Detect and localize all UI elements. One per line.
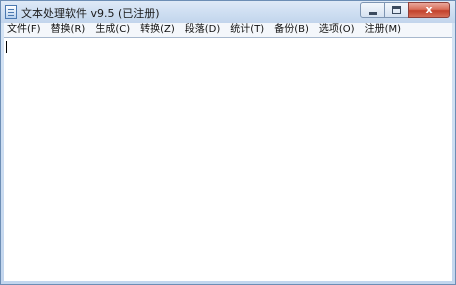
- minimize-button[interactable]: [360, 2, 385, 18]
- close-icon: x: [425, 3, 433, 16]
- text-caret: [6, 41, 7, 53]
- menu-register[interactable]: 注册(M): [360, 23, 406, 37]
- close-button[interactable]: x: [408, 2, 450, 18]
- menu-replace[interactable]: 替换(R): [46, 23, 91, 37]
- window-title: 文本处理软件 v9.5 (已注册): [21, 7, 160, 20]
- menu-generate[interactable]: 生成(C): [90, 23, 135, 37]
- minimize-icon: [369, 12, 377, 15]
- menu-file[interactable]: 文件(F): [4, 23, 46, 37]
- document-icon[interactable]: [5, 5, 17, 19]
- maximize-icon: [392, 6, 401, 14]
- menu-convert[interactable]: 转换(Z): [135, 23, 180, 37]
- caption-buttons: x: [360, 2, 450, 19]
- menu-bar: 文件(F) 替换(R) 生成(C) 转换(Z) 段落(D) 统计(T) 备份(B…: [4, 23, 452, 37]
- maximize-button[interactable]: [384, 2, 409, 18]
- text-editor[interactable]: [4, 37, 452, 281]
- menu-statistics[interactable]: 统计(T): [225, 23, 269, 37]
- title-bar[interactable]: 文本处理软件 v9.5 (已注册) x: [1, 1, 455, 23]
- app-window: 文本处理软件 v9.5 (已注册) x 文件(F) 替换(R) 生成(C) 转换…: [0, 0, 456, 285]
- menu-paragraph[interactable]: 段落(D): [180, 23, 226, 37]
- menu-options[interactable]: 选项(O): [314, 23, 360, 37]
- menu-backup[interactable]: 备份(B): [269, 23, 314, 37]
